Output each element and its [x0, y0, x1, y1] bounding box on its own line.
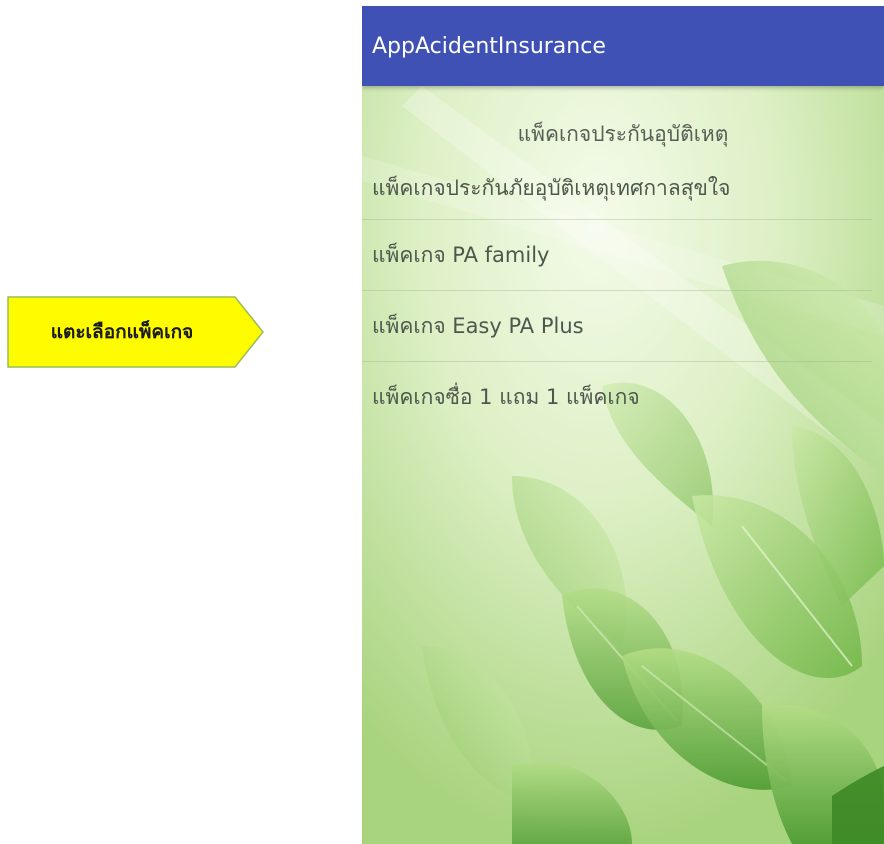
callout-arrow: แตะเลือกแพ็คเกจ	[7, 296, 265, 368]
phone-screen: AppAcidentInsurance แพ็คเกจประกันอุบัติเ…	[362, 6, 884, 844]
app-title: AppAcidentInsurance	[372, 33, 606, 59]
app-bar: AppAcidentInsurance	[362, 6, 884, 86]
callout-text: แตะเลือกแพ็คเกจ	[50, 321, 194, 343]
package-list-item[interactable]: แพ็คเกจ Easy PA Plus	[362, 291, 872, 362]
content-area: แพ็คเกจประกันอุบัติเหตุ แพ็คเกจประกันภัย…	[362, 86, 884, 409]
package-list-item[interactable]: แพ็คเกจซื่อ 1 แถม 1 แพ็คเกจ	[362, 362, 872, 433]
package-list-item[interactable]: แพ็คเกจประกันภัยอุบัติเหตุเทศกาลสุขใจ	[362, 154, 872, 220]
package-list: แพ็คเกจประกันภัยอุบัติเหตุเทศกาลสุขใจ แพ…	[362, 154, 872, 433]
package-list-item[interactable]: แพ็คเกจ PA family	[362, 220, 872, 291]
section-heading: แพ็คเกจประกันอุบัติเหตุ	[517, 122, 729, 146]
